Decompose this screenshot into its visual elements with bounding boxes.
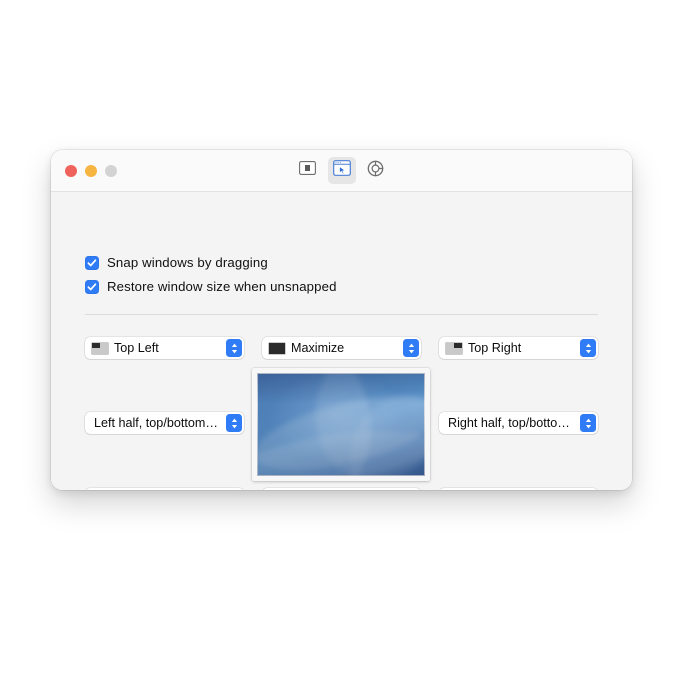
popup-right-half[interactable]: Right half, top/bottom… [439, 412, 598, 434]
chevron-updown-icon[interactable] [226, 414, 242, 432]
popup-top-right[interactable]: Top Right [439, 337, 598, 359]
snap-area-maximize-icon [269, 342, 285, 354]
popup-left-half[interactable]: Left half, top/bottom… [85, 412, 244, 434]
restore-size-checkbox[interactable] [85, 279, 99, 294]
window-icon [299, 161, 316, 180]
chevron-updown-icon[interactable] [226, 339, 242, 357]
preferences-window: Snap windows by dragging Restore window … [51, 150, 632, 490]
popup-top-left-label: Top Left [114, 341, 159, 355]
checkbox-row-restore-size[interactable]: Restore window size when unsnapped [85, 279, 337, 294]
popup-right-half-label: Right half, top/bottom… [448, 416, 576, 430]
chevron-updown-icon[interactable] [403, 339, 419, 357]
snap-windows-checkbox[interactable] [85, 255, 99, 270]
toolbar-tab-advanced[interactable] [362, 157, 390, 184]
snap-area-top-right-icon [446, 342, 462, 354]
snap-area-top-left-icon [92, 342, 108, 354]
popup-bottom-right[interactable]: Bottom Right [439, 488, 598, 490]
popup-bottom-left[interactable]: Bottom Left [85, 488, 244, 490]
preferences-content: Snap windows by dragging Restore window … [51, 192, 632, 490]
window-titlebar [51, 150, 632, 192]
snap-windows-label: Snap windows by dragging [107, 255, 268, 270]
popup-top-right-label: Top Right [468, 341, 522, 355]
window-cursor-icon [332, 160, 351, 181]
chevron-updown-icon[interactable] [580, 339, 596, 357]
desktop-wallpaper-preview [252, 368, 430, 481]
toolbar-tab-snapping[interactable] [327, 157, 356, 184]
toolbar [51, 157, 632, 184]
popup-left-half-label: Left half, top/bottom… [94, 416, 218, 430]
popup-top-left[interactable]: Top Left [85, 337, 244, 359]
gear-circle-icon [367, 160, 384, 182]
checkbox-row-snap-windows[interactable]: Snap windows by dragging [85, 255, 268, 270]
restore-size-label: Restore window size when unsnapped [107, 279, 337, 294]
toolbar-tab-general[interactable] [294, 157, 322, 184]
popup-thirds[interactable]: Thirds, drag toward c… [262, 488, 421, 490]
popup-maximize-label: Maximize [291, 341, 345, 355]
wallpaper-screen [257, 373, 425, 476]
popup-maximize[interactable]: Maximize [262, 337, 421, 359]
section-divider [85, 314, 598, 315]
chevron-updown-icon[interactable] [580, 414, 596, 432]
